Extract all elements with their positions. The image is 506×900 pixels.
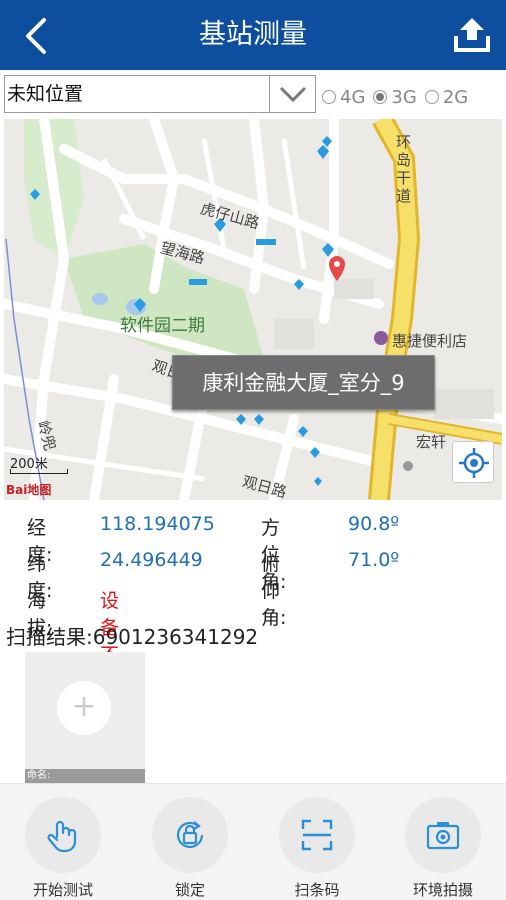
map-scale-bar xyxy=(10,469,68,474)
map-poi-label: 宏轩 xyxy=(416,433,447,451)
radio-4g[interactable]: 4G xyxy=(322,87,365,108)
environment-photo-button[interactable]: 环境拍摄 xyxy=(393,797,493,900)
chevron-down-icon xyxy=(279,86,307,103)
photo-slot[interactable]: + 命名: xyxy=(25,652,145,783)
top-bar: 基站测量 xyxy=(0,0,506,70)
scan-barcode-icon xyxy=(301,819,333,851)
lock-button[interactable]: 锁定 xyxy=(140,797,240,900)
baidu-logo: Bai地图 xyxy=(6,483,52,497)
azimuth-value: 90.8º xyxy=(348,513,400,535)
locate-button[interactable] xyxy=(452,441,494,483)
radio-dot xyxy=(373,90,388,104)
camera-icon xyxy=(426,822,460,850)
radio-2g[interactable]: 2G xyxy=(424,87,468,108)
radio-dot xyxy=(322,90,336,104)
lock-icon-circle xyxy=(152,797,228,873)
photo-name-label: 命名: xyxy=(25,769,145,783)
pitch-label: 俯仰角: xyxy=(261,553,287,629)
page-title: 基站测量 xyxy=(199,19,307,50)
pitch-value: 71.0º xyxy=(348,549,400,571)
camera-icon-circle xyxy=(405,797,481,873)
map-park-label: 软件园二期 xyxy=(120,316,205,336)
hand-tap-icon xyxy=(47,820,77,853)
crosshair-icon xyxy=(459,448,489,478)
start-test-icon-circle xyxy=(25,797,101,873)
radio-3g[interactable]: 3G xyxy=(373,87,417,108)
latitude-value: 24.496449 xyxy=(100,549,203,571)
add-photo-button[interactable]: + xyxy=(57,681,111,735)
longitude-value: 118.194075 xyxy=(100,513,215,535)
network-radio-group: 4G 3G 2G xyxy=(322,84,476,110)
lock-rotate-icon xyxy=(176,821,204,848)
scan-barcode-label: 扫条码 xyxy=(294,881,340,899)
lock-label: 锁定 xyxy=(174,881,205,899)
location-select-value: 未知位置 xyxy=(7,83,84,105)
map-road-label: 环岛干道 xyxy=(396,133,412,205)
environment-photo-label: 环境拍摄 xyxy=(412,881,473,899)
scan-icon-circle xyxy=(279,797,355,873)
map-shop-label: 惠捷便利店 xyxy=(392,332,468,350)
bottom-toolbar: 开始测试 锁定 扫条码 环境拍摄 xyxy=(0,783,506,900)
location-select[interactable]: 未知位置 xyxy=(4,75,316,113)
start-test-label: 开始测试 xyxy=(32,881,93,899)
map-view[interactable]: 虎仔山路 望海路 软件园二期 惠捷便利店 观日 观日路 环岛干道 宏轩 岭兜 康… xyxy=(4,119,502,500)
start-test-button[interactable]: 开始测试 xyxy=(13,797,113,900)
scan-barcode-button[interactable]: 扫条码 xyxy=(267,797,367,900)
scan-result: 扫描结果:6901236341292 xyxy=(6,625,259,649)
dropdown-button[interactable] xyxy=(269,76,315,112)
radio-dot xyxy=(424,90,439,104)
station-popup[interactable]: 康利金融大厦_室分_9 xyxy=(172,355,435,410)
upload-icon[interactable] xyxy=(452,14,492,54)
